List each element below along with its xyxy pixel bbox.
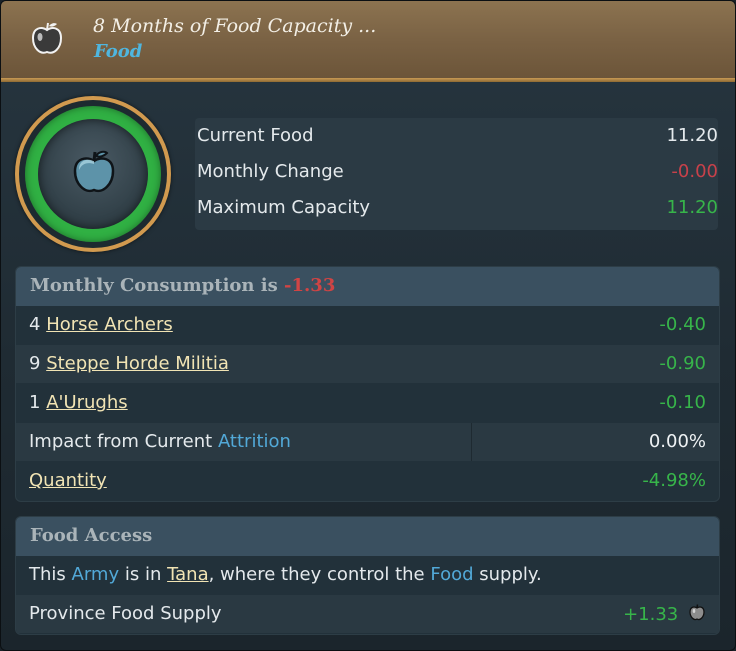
unit-count: 1 bbox=[29, 392, 41, 413]
sentence-text: supply. bbox=[479, 564, 542, 585]
food-gauge-fill bbox=[25, 106, 161, 242]
apple-icon bbox=[73, 150, 115, 193]
stat-monthly-change: Monthly Change -0.00 bbox=[195, 154, 718, 190]
unit-link-aurughs[interactable]: A'Urughs bbox=[46, 392, 127, 413]
stat-value: 11.20 bbox=[666, 125, 718, 146]
consumption-section: Monthly Consumption is -1.33 4 Horse Arc… bbox=[15, 266, 720, 502]
supply-label: Province Food Supply bbox=[29, 603, 222, 624]
sentence-text: This bbox=[29, 564, 66, 585]
unit-count: 9 bbox=[29, 353, 41, 374]
sentence-text: is in bbox=[124, 564, 162, 585]
consumption-title-prefix: Monthly Consumption is bbox=[30, 275, 278, 296]
attrition-row: Impact from Current Attrition 0.00% bbox=[16, 423, 719, 461]
unit-link-steppe-horde-militia[interactable]: Steppe Horde Militia bbox=[46, 353, 229, 374]
apple-icon bbox=[689, 604, 705, 621]
stat-maximum-capacity: Maximum Capacity 11.20 bbox=[195, 190, 718, 226]
province-food-supply-row: Province Food Supply +1.33 bbox=[16, 595, 719, 633]
stat-label: Current Food bbox=[197, 125, 314, 146]
sentence-text: , where they control the bbox=[208, 564, 425, 585]
consumption-title: Monthly Consumption is -1.33 bbox=[30, 275, 335, 296]
army-link[interactable]: Army bbox=[72, 564, 120, 585]
consumption-title-value: -1.33 bbox=[284, 275, 336, 296]
divider bbox=[471, 423, 472, 461]
unit-count: 4 bbox=[29, 314, 41, 335]
list-item: 9 Steppe Horde Militia -0.90 bbox=[16, 345, 719, 383]
quantity-link[interactable]: Quantity bbox=[29, 470, 107, 491]
tooltip-title: 8 Months of Food Capacity ... bbox=[93, 15, 377, 37]
unit-consumption: -0.10 bbox=[659, 392, 706, 413]
quantity-row: Quantity -4.98% bbox=[16, 462, 719, 500]
list-item: 4 Horse Archers -0.40 bbox=[16, 306, 719, 344]
stat-label: Monthly Change bbox=[197, 161, 344, 182]
stat-value: -0.00 bbox=[671, 161, 718, 182]
attrition-prefix: Impact from Current bbox=[29, 431, 213, 452]
stat-label: Maximum Capacity bbox=[197, 197, 371, 218]
unit-link-horse-archers[interactable]: Horse Archers bbox=[46, 314, 173, 335]
stat-value: 11.20 bbox=[666, 197, 718, 218]
attrition-value: 0.00% bbox=[648, 431, 706, 452]
province-link[interactable]: Tana bbox=[167, 564, 208, 585]
apple-icon bbox=[31, 22, 63, 54]
food-gauge bbox=[15, 96, 171, 252]
quantity-value: -4.98% bbox=[642, 470, 706, 491]
food-access-header: Food Access bbox=[16, 517, 719, 556]
food-stats-panel: Current Food 11.20 Monthly Change -0.00 … bbox=[195, 118, 718, 230]
consumption-header: Monthly Consumption is -1.33 bbox=[16, 267, 719, 306]
tooltip-subtitle: Food bbox=[94, 41, 143, 62]
food-access-section: Food Access This Army is in Tana, where … bbox=[15, 516, 720, 635]
tooltip-header: 8 Months of Food Capacity ... Food bbox=[1, 1, 735, 78]
food-access-title: Food Access bbox=[30, 525, 153, 546]
unit-consumption: -0.90 bbox=[659, 353, 706, 374]
stat-current-food: Current Food 11.20 bbox=[195, 118, 718, 154]
food-access-description: This Army is in Tana, where they control… bbox=[16, 556, 719, 594]
list-item: 1 A'Urughs -0.10 bbox=[16, 384, 719, 422]
food-capacity-tooltip: 8 Months of Food Capacity ... Food Curre… bbox=[0, 0, 736, 651]
supply-value: +1.33 bbox=[623, 604, 679, 625]
unit-consumption: -0.40 bbox=[659, 314, 706, 335]
header-divider bbox=[1, 78, 735, 82]
food-link[interactable]: Food bbox=[430, 564, 473, 585]
attrition-link[interactable]: Attrition bbox=[218, 431, 291, 452]
